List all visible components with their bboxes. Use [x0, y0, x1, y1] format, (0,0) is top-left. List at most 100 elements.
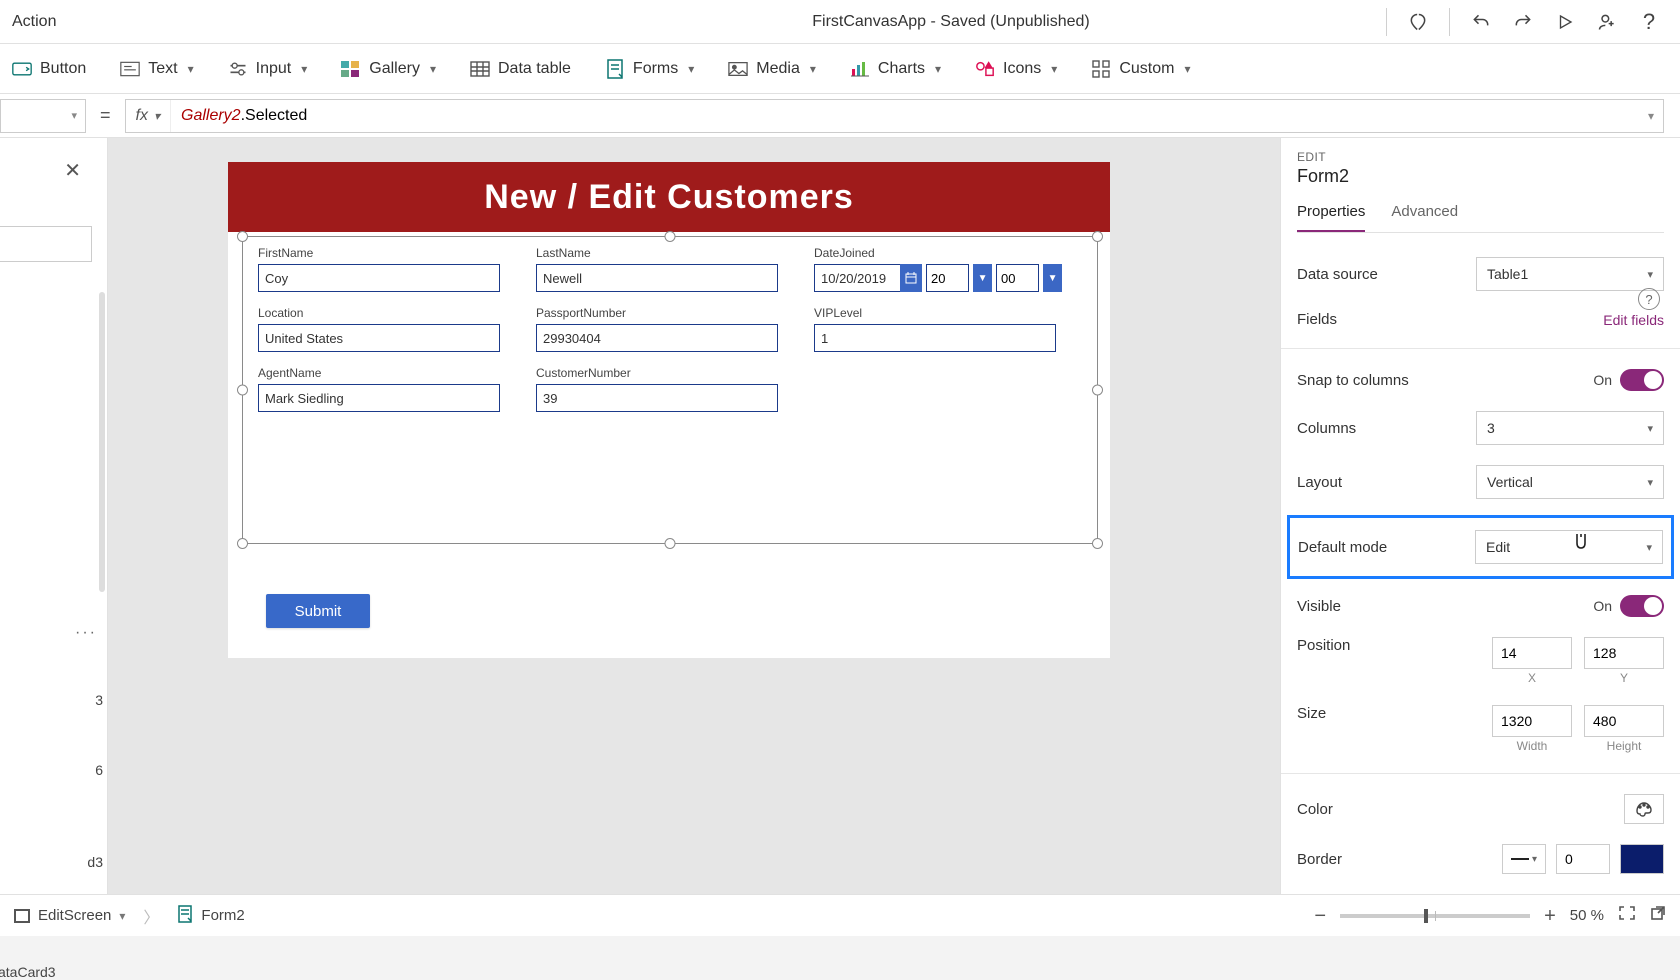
close-icon[interactable]: ✕ [64, 158, 81, 183]
resize-handle[interactable] [1092, 231, 1103, 242]
scrollbar-thumb[interactable] [99, 292, 105, 592]
custno-input[interactable] [536, 384, 778, 412]
prop-label: Color [1297, 801, 1624, 818]
popout-icon[interactable] [1650, 905, 1666, 926]
play-icon[interactable] [1554, 11, 1576, 33]
insert-media[interactable]: Media ▾ [728, 59, 816, 79]
firstname-input[interactable] [258, 264, 500, 292]
tab-advanced[interactable]: Advanced [1391, 197, 1458, 232]
formula-input[interactable]: Gallery2.Selected [171, 107, 1639, 125]
border-width-input[interactable] [1556, 844, 1610, 874]
insert-icons[interactable]: Icons ▾ [975, 59, 1057, 79]
chevron-down-icon: ▾ [430, 62, 436, 76]
help-icon[interactable]: ? [1638, 11, 1660, 33]
app-title: FirstCanvasApp - Saved (Unpublished) [812, 13, 1089, 31]
resize-handle[interactable] [1092, 385, 1103, 396]
calendar-icon[interactable] [900, 264, 922, 292]
tab-properties[interactable]: Properties [1297, 197, 1365, 232]
size-width-input[interactable] [1492, 705, 1572, 737]
fx-label[interactable]: fx▾ [126, 100, 171, 132]
screen-icon [14, 909, 30, 923]
columns-select[interactable]: 3 ▾ [1476, 411, 1664, 445]
insert-forms[interactable]: Forms ▾ [605, 59, 694, 79]
prop-label: Layout [1297, 474, 1476, 491]
overflow-dots-icon[interactable]: ··· [75, 624, 97, 642]
page-title: New / Edit Customers [228, 162, 1110, 232]
share-icon[interactable] [1596, 11, 1618, 33]
chevron-down-icon: ▾ [1532, 854, 1537, 865]
insert-charts[interactable]: Charts ▾ [850, 59, 941, 79]
default-mode-row-highlighted: Default mode Edit ▾ [1287, 515, 1674, 579]
prop-label: Position [1297, 637, 1492, 654]
chevron-down-icon: ▾ [1051, 62, 1057, 76]
redo-icon[interactable] [1512, 11, 1534, 33]
resize-handle[interactable] [237, 385, 248, 396]
data-source-select[interactable]: Table1 ▾ [1476, 257, 1664, 291]
field-customer-number: CustomerNumber [536, 366, 784, 412]
vip-input[interactable] [814, 324, 1056, 352]
field-passport: PassportNumber [536, 306, 784, 352]
panel-title: Form2 [1297, 166, 1664, 187]
hour-select[interactable]: 20 [926, 264, 969, 292]
app-checker-icon[interactable] [1407, 11, 1429, 33]
chevron-down-icon: ▾ [1646, 541, 1652, 554]
resize-handle[interactable] [237, 231, 248, 242]
zoom-in-button[interactable]: + [1544, 906, 1556, 926]
tree-item[interactable]: d3 [87, 854, 103, 870]
visible-toggle[interactable]: On [1593, 595, 1664, 617]
panel-kicker: EDIT [1297, 150, 1664, 164]
field-label: Location [258, 306, 506, 320]
undo-icon[interactable] [1470, 11, 1492, 33]
media-icon [728, 59, 748, 79]
breadcrumb-form[interactable]: Form2 [177, 905, 244, 927]
tree-item[interactable]: ataCard3 [0, 964, 56, 980]
insert-gallery[interactable]: Gallery ▾ [341, 59, 436, 79]
fit-to-window-icon[interactable] [1618, 905, 1636, 926]
insert-data-table[interactable]: Data table [470, 59, 571, 79]
menu-action[interactable]: Action [12, 13, 56, 31]
axis-label: Height [1584, 739, 1664, 753]
insert-input[interactable]: Input ▾ [228, 59, 308, 79]
insert-custom[interactable]: Custom ▾ [1091, 59, 1190, 79]
location-input[interactable] [258, 324, 500, 352]
position-x-input[interactable] [1492, 637, 1572, 669]
resize-handle[interactable] [665, 538, 676, 549]
color-picker-button[interactable] [1624, 794, 1664, 824]
expand-formula-icon[interactable]: ▾ [1639, 109, 1663, 123]
border-color-swatch[interactable] [1620, 844, 1664, 874]
lastname-input[interactable] [536, 264, 778, 292]
layout-select[interactable]: Vertical ▾ [1476, 465, 1664, 499]
border-style-select[interactable]: ▾ [1502, 844, 1546, 874]
chevron-down-icon: ▾ [810, 62, 816, 76]
chevron-down-icon: ▾ [935, 62, 941, 76]
resize-handle[interactable] [1092, 538, 1103, 549]
snap-toggle[interactable]: On [1593, 369, 1664, 391]
insert-button[interactable]: Button [12, 59, 86, 79]
agent-input[interactable] [258, 384, 500, 412]
default-mode-select[interactable]: Edit ▾ [1475, 530, 1663, 564]
chevron-down-icon[interactable]: ▼ [1043, 264, 1062, 292]
chevron-down-icon: ▾ [1184, 62, 1190, 76]
chevron-down-icon[interactable]: ▼ [973, 264, 992, 292]
minute-select[interactable]: 00 [996, 264, 1039, 292]
edit-fields-link[interactable]: Edit fields [1603, 312, 1664, 328]
position-y-input[interactable] [1584, 637, 1664, 669]
property-dropdown[interactable]: ▾ [0, 99, 86, 133]
resize-handle[interactable] [665, 231, 676, 242]
zoom-out-button[interactable]: − [1314, 906, 1326, 926]
insert-text[interactable]: Text ▾ [120, 59, 193, 79]
tree-item[interactable]: 6 [95, 762, 103, 778]
form-icon [605, 59, 625, 79]
canvas-area[interactable]: New / Edit Customers FirstName LastName [108, 138, 1280, 894]
zoom-slider[interactable] [1340, 914, 1530, 918]
tree-item[interactable]: 3 [95, 692, 103, 708]
tree-search-input[interactable] [0, 226, 92, 262]
breadcrumb-screen[interactable]: EditScreen ▾ [14, 907, 125, 924]
help-circle-icon[interactable]: ? [1638, 288, 1660, 310]
canvas-page[interactable]: New / Edit Customers FirstName LastName [228, 162, 1110, 658]
passport-input[interactable] [536, 324, 778, 352]
toggle-switch-icon [1620, 369, 1664, 391]
resize-handle[interactable] [237, 538, 248, 549]
submit-button[interactable]: Submit [266, 594, 370, 628]
size-height-input[interactable] [1584, 705, 1664, 737]
